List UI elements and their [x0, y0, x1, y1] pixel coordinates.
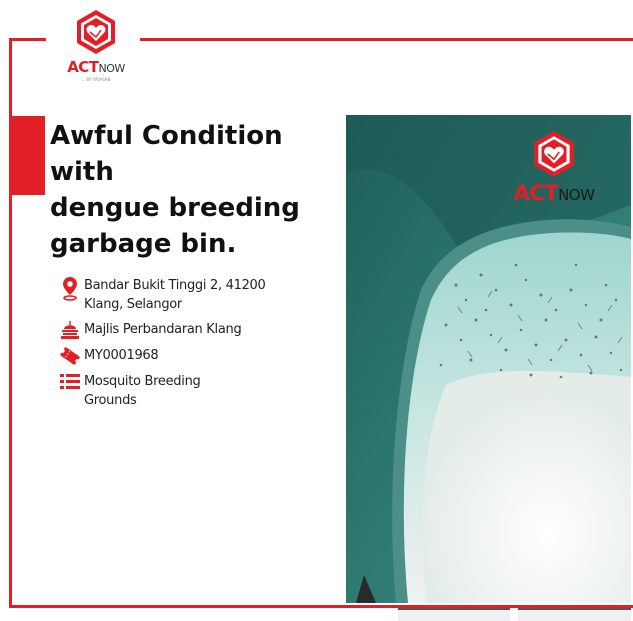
- bottom-tab-left[interactable]: [398, 608, 510, 621]
- heart-hands-icon: [534, 131, 574, 177]
- report-photo[interactable]: ACTNOW: [346, 115, 631, 603]
- list-icon: [56, 372, 84, 392]
- location-pin-icon: [56, 276, 84, 302]
- address-row: Bandar Bukit Tinggi 2, 41200 Klang, Sela…: [56, 276, 316, 314]
- photo-watermark: ACTNOW: [499, 129, 609, 205]
- ticket-icon: [56, 346, 84, 366]
- bottom-tab-right[interactable]: [518, 608, 631, 621]
- report-title: Awful Condition with dengue breeding gar…: [50, 121, 300, 259]
- logo-wordmark: ACTNOW: [67, 58, 125, 76]
- heart-hands-icon: [77, 10, 115, 54]
- authority-text: Majlis Perbandaran Klang: [84, 322, 242, 337]
- photo-watermark-wordmark: ACTNOW: [513, 181, 595, 205]
- title-accent-bar: [12, 116, 45, 195]
- actnow-logo[interactable]: ACTNOW ... BY YAYASAN: [50, 8, 142, 92]
- authority-row: Majlis Perbandaran Klang: [56, 320, 316, 340]
- address-text: Bandar Bukit Tinggi 2, 41200 Klang, Sela…: [84, 278, 266, 312]
- report-details: Bandar Bukit Tinggi 2, 41200 Klang, Sela…: [56, 276, 316, 416]
- report-id-row: MY0001968: [56, 346, 316, 366]
- category-row: Mosquito Breeding Grounds: [56, 372, 316, 410]
- government-building-icon: [56, 320, 84, 340]
- logo-tagline: ... BY YAYASAN: [81, 77, 111, 82]
- report-id-text: MY0001968: [84, 348, 159, 363]
- category-text: Mosquito Breeding Grounds: [84, 374, 201, 408]
